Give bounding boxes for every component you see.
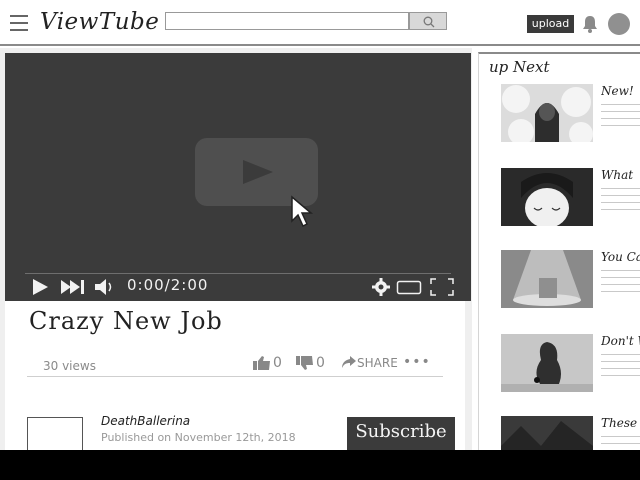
sidebar-video-item[interactable]: You Ca <box>501 250 640 310</box>
settings-gear-icon[interactable] <box>371 277 391 297</box>
sleeping-face-icon <box>521 173 573 226</box>
main-column: 0:00/2:00 Crazy New Job 30 views 0 0 SHA… <box>0 48 472 457</box>
dark-haired-figure-icon <box>502 85 593 142</box>
video-thumbnail[interactable] <box>501 84 593 142</box>
video-thumbnail[interactable] <box>501 168 593 226</box>
progress-bar[interactable] <box>25 273 451 274</box>
sidebar-video-item[interactable]: New! <box>501 84 640 144</box>
site-logo[interactable]: ViewTube <box>40 9 159 35</box>
shadow-scene-icon <box>501 342 593 392</box>
user-avatar[interactable] <box>608 13 630 35</box>
search-input[interactable] <box>165 12 409 30</box>
next-icon[interactable] <box>60 277 86 297</box>
publish-date: Published on November 12th, 2018 <box>101 431 296 444</box>
top-navbar: ViewTube upload <box>0 0 640 46</box>
sidebar-video-meta <box>601 270 640 298</box>
volume-icon[interactable] <box>93 277 117 297</box>
sidebar-video-title[interactable]: These G <box>601 416 640 430</box>
sidebar-video-meta <box>601 436 640 450</box>
sidebar-video-title[interactable]: What <box>601 168 640 182</box>
sidebar-video-item[interactable]: What <box>501 168 640 228</box>
sidebar-video-title[interactable]: New! <box>601 84 640 98</box>
upload-button[interactable]: upload <box>527 15 574 33</box>
sidebar-video-title[interactable]: Don't W <box>601 334 640 348</box>
video-player[interactable]: 0:00/2:00 <box>5 53 471 301</box>
search-button[interactable] <box>409 12 447 30</box>
video-title: Crazy New Job <box>29 307 223 335</box>
sidebar-video-meta <box>601 188 640 216</box>
play-button-icon[interactable] <box>30 277 50 297</box>
mouse-cursor-icon <box>291 195 314 228</box>
video-info-card: Crazy New Job 30 views 0 0 SHARE ••• Dea… <box>5 301 465 457</box>
share-label[interactable]: SHARE <box>357 356 398 370</box>
hamburger-menu-icon[interactable] <box>10 15 28 31</box>
like-count: 0 <box>273 355 282 371</box>
channel-name[interactable]: DeathBallerina <box>101 414 190 428</box>
time-display: 0:00/2:00 <box>127 276 209 294</box>
dislike-count: 0 <box>316 355 325 371</box>
sidebar-video-title[interactable]: You Ca <box>601 250 640 264</box>
search-icon <box>423 16 435 28</box>
spotlight-object-icon <box>513 250 581 306</box>
video-thumbnail[interactable] <box>501 334 593 392</box>
view-count: 30 views <box>43 359 96 373</box>
sidebar-video-item[interactable]: Don't W <box>501 334 640 394</box>
thumbs-up-icon <box>253 356 270 370</box>
theater-mode-icon[interactable] <box>396 277 422 297</box>
sidebar-video-meta <box>601 354 640 382</box>
video-thumbnail[interactable] <box>501 250 593 308</box>
video-stats-row: 30 views 0 0 SHARE ••• <box>27 351 443 377</box>
bottom-black-bar <box>0 450 640 480</box>
player-controls: 0:00/2:00 <box>5 273 471 301</box>
play-icon <box>243 160 273 184</box>
share-arrow-icon <box>342 356 356 368</box>
up-next-sidebar: up Next New! What You Ca Don't These <box>478 52 640 474</box>
fullscreen-icon[interactable] <box>429 277 455 297</box>
sidebar-video-meta <box>601 104 640 132</box>
up-next-heading: up Next <box>489 58 550 76</box>
subscribe-button[interactable]: Subscribe <box>347 417 455 450</box>
more-options-icon[interactable]: ••• <box>403 354 431 370</box>
notification-bell-icon[interactable] <box>581 14 599 34</box>
thumbs-down-icon <box>296 356 313 370</box>
